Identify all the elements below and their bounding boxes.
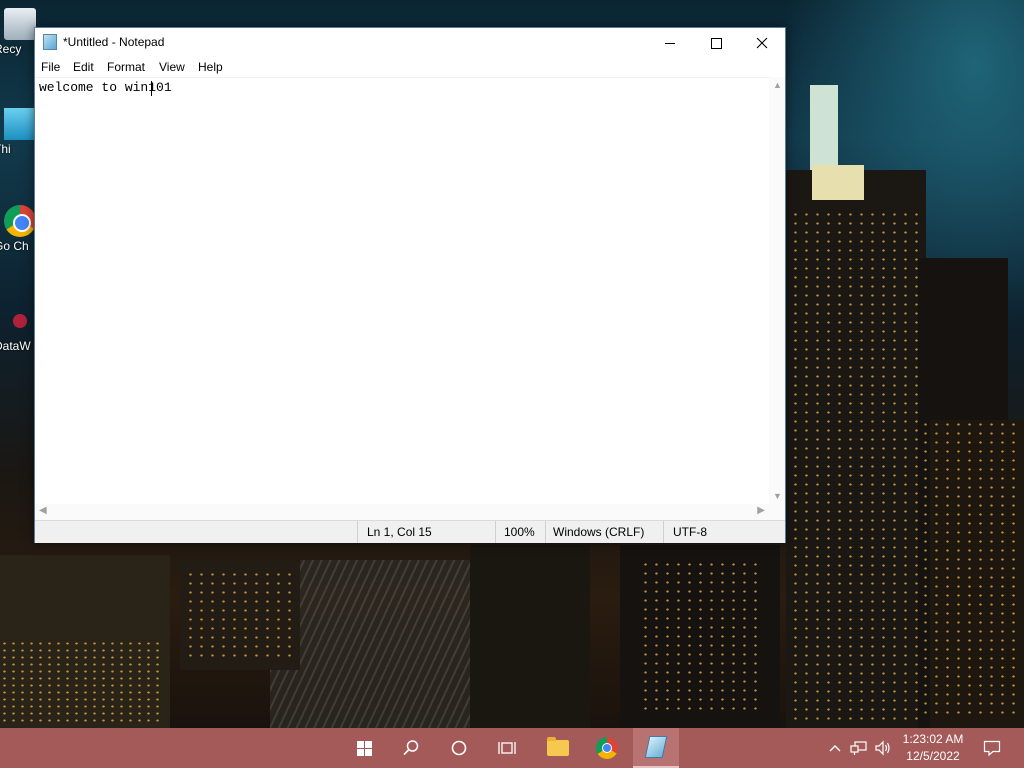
status-divider (495, 521, 496, 543)
menu-view[interactable]: View (159, 60, 185, 74)
menu-file[interactable]: File (41, 60, 60, 74)
status-cursor-position: Ln 1, Col 15 (367, 525, 432, 539)
scroll-left-icon[interactable]: ◀ (39, 505, 47, 516)
status-bar: Ln 1, Col 15 100% Windows (CRLF) UTF-8 (35, 520, 785, 543)
wallpaper-road (270, 560, 470, 730)
scroll-down-icon[interactable]: ▼ (773, 491, 782, 501)
google-chrome-icon (4, 205, 36, 237)
scrollbar-corner (769, 504, 785, 520)
notepad-app-icon[interactable] (43, 34, 57, 50)
wallpaper-lights (920, 420, 1020, 720)
network-icon (850, 741, 867, 755)
start-button[interactable] (341, 728, 387, 768)
wallpaper-lights (790, 210, 920, 720)
chevron-up-icon (829, 745, 841, 752)
start-icon (356, 740, 372, 756)
minimize-icon (665, 42, 675, 44)
recycle-bin-icon (4, 8, 36, 40)
wallpaper-lights (185, 570, 295, 660)
task-view-button[interactable] (484, 728, 530, 768)
close-icon (756, 37, 768, 49)
file-explorer-taskbar-button[interactable] (535, 728, 581, 768)
cortana-button[interactable] (436, 728, 482, 768)
minimize-button[interactable] (647, 28, 693, 58)
system-clock[interactable]: 1:23:02 AM 12/5/2022 (898, 731, 968, 765)
clock-time: 1:23:02 AM (902, 732, 964, 746)
text-caret (151, 81, 152, 96)
menu-bar: File Edit Format View Help (35, 58, 785, 77)
status-divider (357, 521, 358, 543)
close-button[interactable] (739, 28, 785, 58)
wallpaper-tower (810, 85, 838, 170)
notepad-taskbar-button[interactable] (633, 728, 679, 768)
menu-help[interactable]: Help (198, 60, 223, 74)
title-bar[interactable]: *Untitled - Notepad (35, 28, 785, 58)
notepad-window: *Untitled - Notepad File Edit Format Vie… (34, 27, 786, 543)
show-hidden-icons-button[interactable] (826, 728, 844, 768)
window-title: *Untitled - Notepad (63, 35, 165, 49)
status-divider (663, 521, 664, 543)
wallpaper-tower-cap (812, 165, 864, 200)
cortana-icon (451, 740, 467, 756)
wallpaper-building (470, 545, 590, 730)
maximize-icon (710, 37, 722, 49)
network-button[interactable] (848, 728, 870, 768)
this-pc-icon (4, 108, 36, 140)
status-line-endings: Windows (CRLF) (553, 525, 645, 539)
file-explorer-icon (547, 737, 569, 756)
search-icon (403, 740, 419, 756)
clock-date: 12/5/2022 (906, 749, 960, 763)
taskbar: 1:23:02 AM 12/5/2022 (0, 728, 1024, 768)
datawrapper-icon (4, 305, 36, 337)
text-editor[interactable]: welcome to win101 (35, 77, 769, 505)
chrome-taskbar-button[interactable] (584, 728, 630, 768)
notification-icon (983, 740, 1001, 756)
action-center-button[interactable] (974, 728, 1010, 768)
vertical-scrollbar[interactable]: ▲ ▼ (769, 77, 785, 504)
search-button[interactable] (388, 728, 434, 768)
volume-button[interactable] (872, 728, 894, 768)
notepad-icon (644, 736, 668, 758)
volume-icon (875, 740, 890, 756)
scroll-up-icon[interactable]: ▲ (773, 80, 782, 90)
menu-format[interactable]: Format (107, 60, 145, 74)
chrome-icon (596, 737, 618, 759)
wallpaper-lights (0, 640, 160, 725)
horizontal-scrollbar[interactable]: ◀ ▶ (35, 504, 769, 520)
maximize-button[interactable] (693, 28, 739, 58)
status-encoding: UTF-8 (673, 525, 707, 539)
task-view-icon (498, 742, 516, 754)
scroll-right-icon[interactable]: ▶ (757, 505, 765, 516)
status-divider (545, 521, 546, 543)
status-zoom: 100% (504, 525, 535, 539)
wallpaper-lights (640, 560, 760, 710)
menu-edit[interactable]: Edit (73, 60, 94, 74)
